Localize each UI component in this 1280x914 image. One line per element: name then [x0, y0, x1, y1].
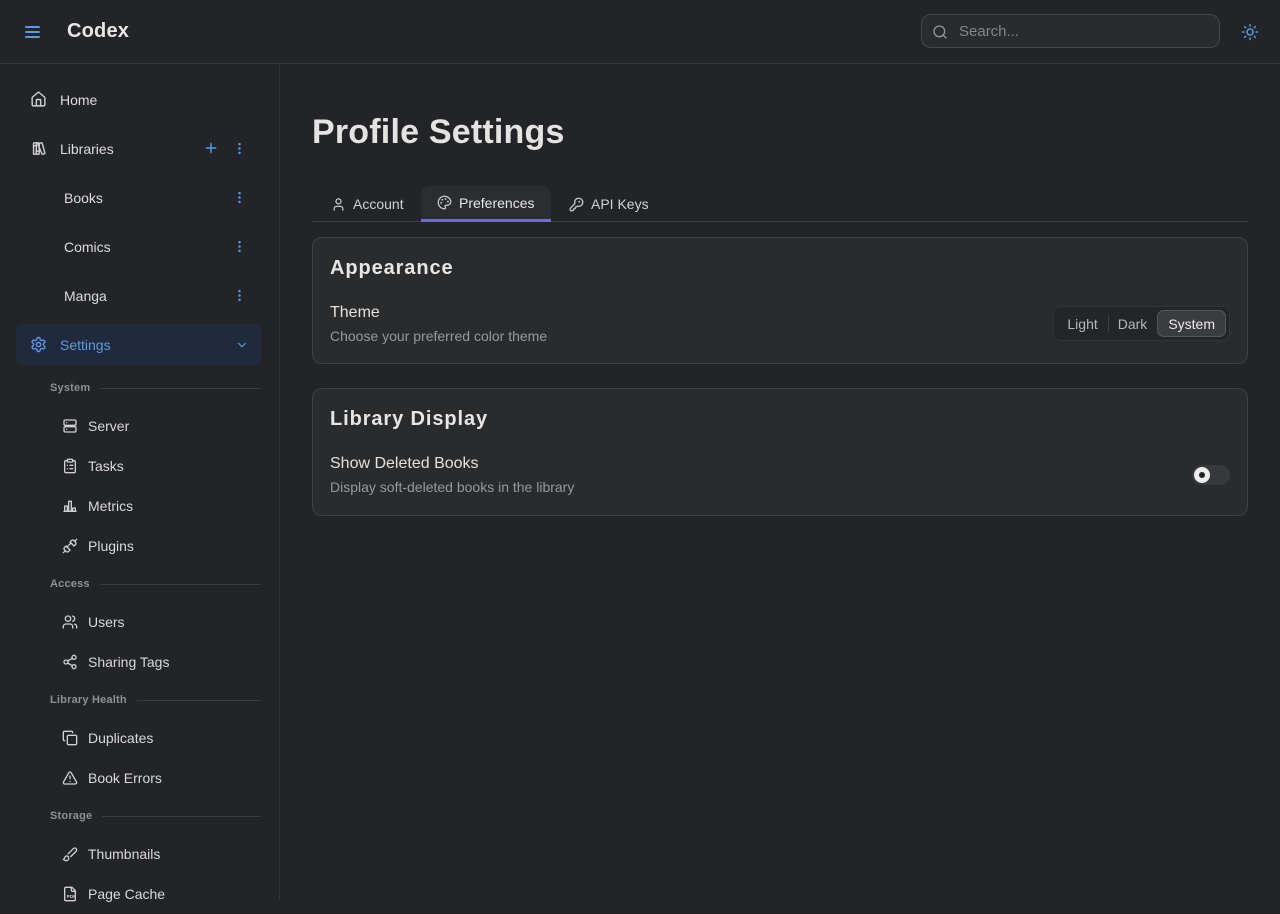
svg-text:PDF: PDF [67, 894, 76, 899]
